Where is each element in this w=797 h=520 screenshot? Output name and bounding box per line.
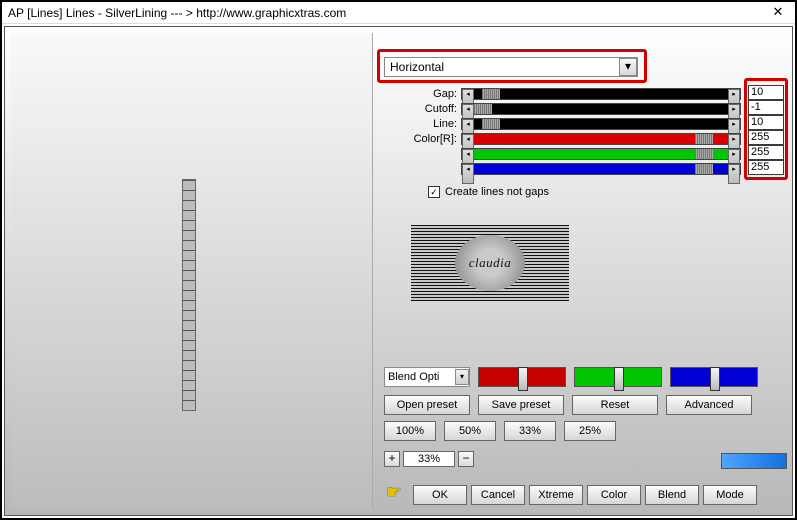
color-r-label: Color[R]: <box>373 133 461 145</box>
preview-panel <box>11 33 373 509</box>
color-b-slider[interactable]: ◂ ▸ <box>461 163 741 175</box>
cutoff-slider[interactable]: ◂ ▸ <box>461 103 741 115</box>
claudia-logo: claudia <box>411 225 569 301</box>
color-g-slider[interactable]: ◂ ▸ <box>461 148 741 160</box>
orientation-dropdown[interactable]: Horizontal ▾ <box>384 57 638 77</box>
line-slider[interactable]: ◂ ▸ <box>461 118 741 130</box>
zoom-100-button[interactable]: 100% <box>384 421 436 441</box>
red-blend-slider[interactable] <box>478 367 566 387</box>
gap-label: Gap: <box>373 88 461 100</box>
preview-lines-render <box>182 179 196 411</box>
orientation-dropdown-value: Horizontal <box>390 60 444 74</box>
color-g-value[interactable]: 255 <box>748 145 784 160</box>
color-swatch[interactable] <box>721 453 787 469</box>
cancel-button[interactable]: Cancel <box>471 485 525 505</box>
zoom-value[interactable]: 33% <box>403 451 455 467</box>
chevron-down-icon: ▾ <box>619 58 637 76</box>
color-b-value[interactable]: 255 <box>748 160 784 175</box>
color-button[interactable]: Color <box>587 485 641 505</box>
chevron-down-icon: ▾ <box>455 369 469 385</box>
reset-button[interactable]: Reset <box>572 395 658 415</box>
finger-pointer-icon: ☛ <box>386 482 402 503</box>
open-preset-button[interactable]: Open preset <box>384 395 470 415</box>
zoom-in-button[interactable]: + <box>384 451 400 467</box>
color-r-value[interactable]: 255 <box>748 130 784 145</box>
zoom-50-button[interactable]: 50% <box>444 421 496 441</box>
blue-blend-slider[interactable] <box>670 367 758 387</box>
close-button[interactable]: ✕ <box>761 2 795 24</box>
line-label: Line: <box>373 118 461 130</box>
green-blend-slider[interactable] <box>574 367 662 387</box>
create-lines-checkbox[interactable]: ✓ <box>428 186 440 198</box>
save-preset-button[interactable]: Save preset <box>478 395 564 415</box>
cutoff-value[interactable]: -1 <box>748 100 784 115</box>
ok-button[interactable]: OK <box>413 485 467 505</box>
advanced-button[interactable]: Advanced <box>666 395 752 415</box>
color-r-slider[interactable]: ◂ ▸ <box>461 133 741 145</box>
create-lines-label: Create lines not gaps <box>445 186 549 198</box>
zoom-33-button[interactable]: 33% <box>504 421 556 441</box>
gap-value[interactable]: 10 <box>748 85 784 100</box>
line-value[interactable]: 10 <box>748 115 784 130</box>
xtreme-button[interactable]: Xtreme <box>529 485 583 505</box>
zoom-25-button[interactable]: 25% <box>564 421 616 441</box>
zoom-out-button[interactable]: − <box>458 451 474 467</box>
blend-button[interactable]: Blend <box>645 485 699 505</box>
gap-slider[interactable]: ◂ ▸ <box>461 88 741 100</box>
cutoff-label: Cutoff: <box>373 103 461 115</box>
window-title: AP [Lines] Lines - SilverLining --- > ht… <box>8 6 761 20</box>
blend-options-dropdown[interactable]: Blend Opti ▾ <box>384 367 470 387</box>
mode-button[interactable]: Mode <box>703 485 757 505</box>
